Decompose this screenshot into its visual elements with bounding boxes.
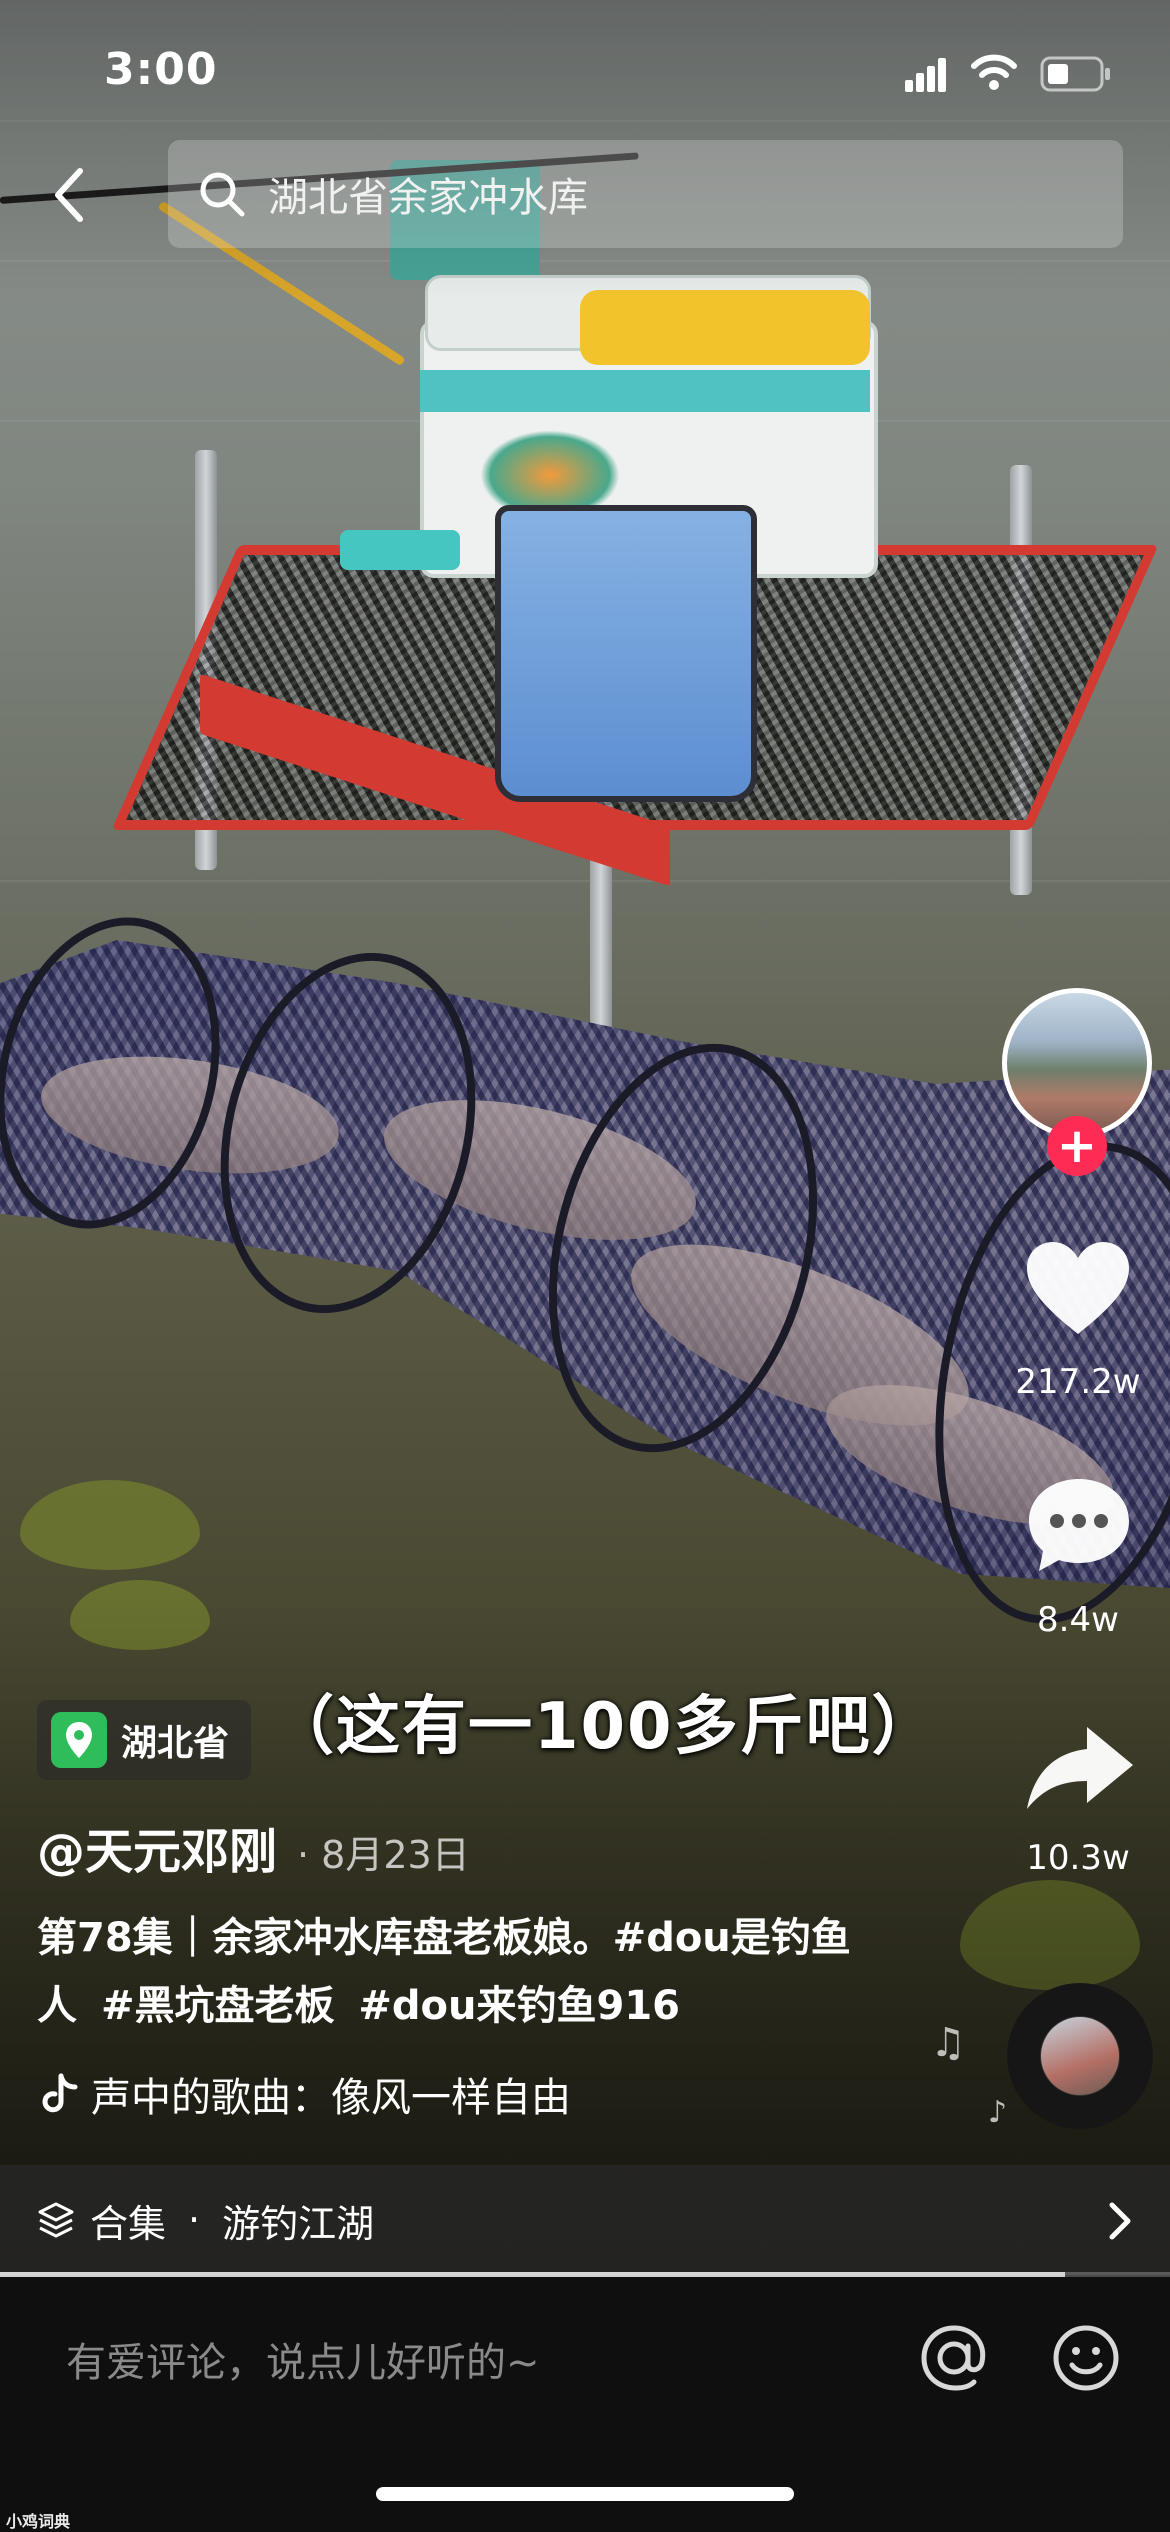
- collection-separator: ·: [188, 2198, 201, 2242]
- hashtag-link[interactable]: #dou来钓鱼916: [358, 1983, 680, 2029]
- location-label: 湖北省: [121, 1723, 230, 1764]
- heart-icon[interactable]: [1023, 1240, 1133, 1340]
- post-caption: 第78集｜余家冲水库盘老板娘。#dou是钓鱼人 #黑坑盘老板 #dou来钓鱼91…: [37, 1904, 887, 2040]
- back-button[interactable]: [40, 160, 100, 230]
- emoji-icon[interactable]: [1050, 2322, 1122, 2394]
- video-subtitle: （这有一100多斤吧）: [270, 1690, 938, 1764]
- layers-icon: [38, 2202, 74, 2238]
- share-count: 10.3w: [1026, 1838, 1130, 1878]
- cooler-seat: [580, 290, 870, 365]
- search-query[interactable]: 湖北省余家冲水库: [268, 165, 588, 223]
- collection-label: 合集: [90, 2201, 167, 2246]
- location-pin-icon: [51, 1712, 107, 1768]
- share-icon[interactable]: [1025, 1725, 1135, 1811]
- collection-name: 游钓江湖: [222, 2201, 375, 2246]
- status-time: 3:00: [104, 44, 218, 95]
- comment-count: 8.4w: [1037, 1600, 1119, 1640]
- music-disc-cover: [1041, 2017, 1119, 2095]
- watermark: 小鸡词典: [6, 2512, 71, 2531]
- back-icon: [55, 168, 83, 222]
- collection-bar[interactable]: 合集 · 游钓江湖: [0, 2165, 1170, 2275]
- post-date: · 8月23日: [297, 1833, 470, 1877]
- like-count: 217.2w: [1015, 1362, 1141, 1402]
- comment-icon[interactable]: [1025, 1475, 1133, 1575]
- music-title: 声中的歌曲：像风一样自由: [91, 2075, 571, 2121]
- location-tag[interactable]: 湖北省: [37, 1700, 252, 1780]
- battery-icon: [1040, 56, 1110, 92]
- chevron-right-icon: [1109, 2202, 1131, 2240]
- cooler-stripe: [420, 370, 870, 412]
- search-icon: [200, 172, 245, 217]
- caption-text: 第78集｜余家冲水库盘老板娘。: [37, 1915, 613, 1961]
- tiktok-note-icon: [42, 2073, 78, 2113]
- at-mention-icon[interactable]: [918, 2322, 990, 2394]
- water-ripple: [0, 880, 1170, 882]
- author-name[interactable]: @天元邓刚: [37, 1812, 277, 1882]
- author-line: @天元邓刚 · 8月23日: [37, 1812, 470, 1882]
- music-disc[interactable]: [1007, 1983, 1153, 2129]
- music-line[interactable]: 声中的歌曲：像风一样自由: [37, 2065, 571, 2123]
- home-indicator[interactable]: [376, 2487, 794, 2501]
- music-note-icon: ♪: [988, 2095, 1008, 2130]
- wifi-icon: [971, 54, 1017, 90]
- comment-input[interactable]: 有爱评论，说点儿好听的~: [66, 2330, 540, 2388]
- music-note-icon: ♫: [930, 2020, 966, 2066]
- signal-icon: [905, 58, 946, 92]
- follow-button[interactable]: +: [1047, 1116, 1107, 1176]
- water-weed: [20, 1480, 200, 1570]
- search-bar[interactable]: 湖北省余家冲水库: [168, 140, 1123, 248]
- hashtag-link[interactable]: #黑坑盘老板: [101, 1983, 335, 2029]
- cooler-foot: [340, 530, 460, 570]
- water-bucket: [495, 505, 757, 802]
